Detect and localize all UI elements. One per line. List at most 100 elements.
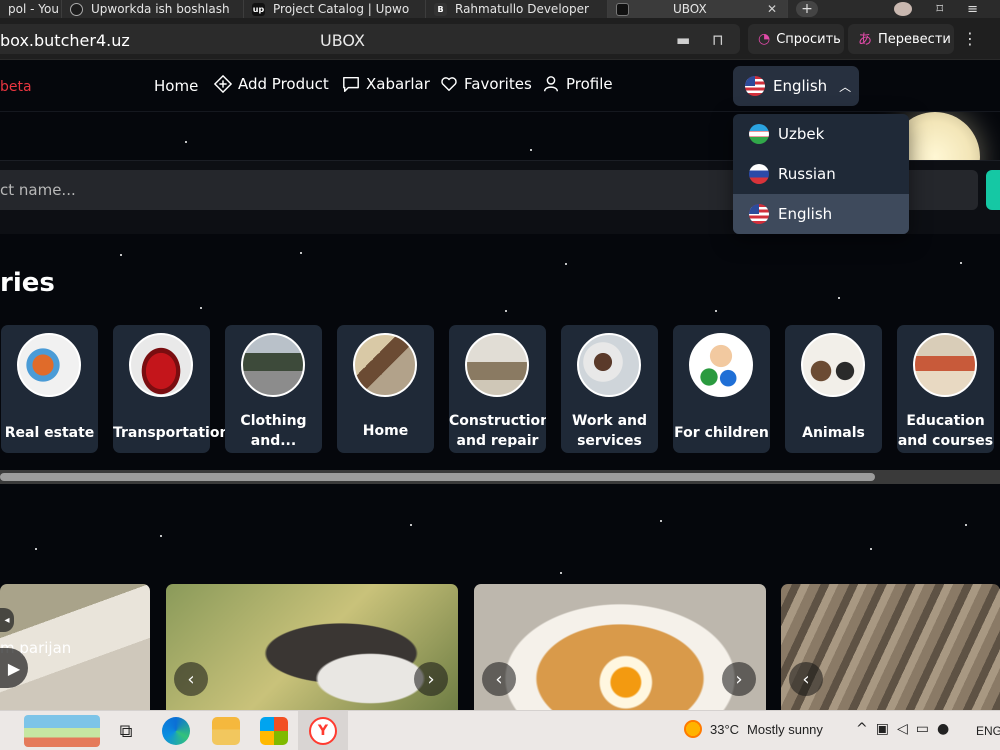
language-selected-label: English [773, 77, 828, 95]
widgets-icon[interactable] [24, 715, 100, 747]
category-card-work[interactable]: Work and services [561, 325, 658, 453]
browser-tab-active[interactable]: UBOX ✕ [608, 0, 788, 18]
nav-add-product-label: Add Product [238, 75, 329, 93]
yandex-browser-icon[interactable]: Y [309, 717, 337, 745]
uz-flag-icon [749, 124, 769, 144]
url-field[interactable]: box.butcher4.uz UBOX ▬ ⊓ [0, 24, 740, 54]
language-option-label: Uzbek [778, 125, 825, 143]
heart-icon [441, 77, 457, 92]
category-card-education[interactable]: Education and courses [897, 325, 994, 453]
nav-favorites-label: Favorites [464, 75, 532, 93]
store-icon[interactable] [260, 717, 288, 745]
edge-icon[interactable] [162, 717, 190, 745]
nav-favorites[interactable]: Favorites [440, 75, 532, 93]
category-image [577, 333, 641, 397]
close-icon[interactable]: ✕ [767, 2, 777, 16]
new-tab-button[interactable]: + [796, 1, 818, 17]
carousel-prev-button[interactable]: ‹ [482, 662, 516, 696]
category-label: For children [674, 425, 769, 441]
category-card-real-estate[interactable]: Real estate [1, 325, 98, 453]
nav-home[interactable]: Home [154, 77, 198, 95]
translate-icon: あ [858, 32, 872, 48]
category-image [17, 333, 81, 397]
carousel-prev-button[interactable]: ‹ [174, 662, 208, 696]
category-card-children[interactable]: For children [673, 325, 770, 453]
chat-icon[interactable]: ▬ [676, 31, 690, 49]
nav-add-product[interactable]: Add Product [214, 75, 329, 93]
chevron-up-icon: ︿ [839, 79, 852, 94]
scrollbar-thumb[interactable] [0, 473, 875, 481]
product-card-dog[interactable]: ‹ › [166, 584, 458, 710]
carousel-prev-button[interactable]: ‹ [789, 662, 823, 696]
us-flag-icon [745, 76, 765, 96]
categories-scrollbar[interactable] [0, 470, 1000, 484]
ai-assistant-icon: ◔ [758, 31, 771, 47]
bookmark-icon[interactable]: ⊓ [712, 31, 724, 49]
url-text: box.butcher4.uz [0, 31, 130, 50]
windows-taskbar: ⧉ Y 33°C Mostly sunny ^ ▣ ◁ ▭ ● ENG [0, 710, 1000, 750]
search-button[interactable] [986, 170, 1000, 210]
browser-tab[interactable]: B Rahmatullo Developer [426, 0, 608, 18]
weather-condition: Mostly sunny [747, 721, 823, 737]
network-icon[interactable]: ▭ [916, 721, 929, 737]
category-label: Real estate [4, 425, 95, 441]
browser-tab-strip: pol - You T Upworkda ish boshlash up Pro… [0, 0, 1000, 18]
category-card-animals[interactable]: Animals [785, 325, 882, 453]
weather-temperature: 33°C [710, 721, 740, 737]
carousel-next-button[interactable]: › [414, 662, 448, 696]
browser-tab[interactable]: pol - You T [0, 0, 62, 18]
category-card-construction[interactable]: Construction and repair [449, 325, 546, 453]
categories-row: Real estate Transportation Clothing and.… [0, 325, 1000, 453]
category-image [801, 333, 865, 397]
bookmark-icon[interactable]: ⌑ [936, 2, 943, 17]
categories-heading: ries [0, 268, 55, 298]
language-option-label: Russian [778, 165, 836, 183]
task-view-icon[interactable]: ⧉ [112, 717, 140, 745]
category-label: Home [362, 423, 409, 439]
category-label: Education and courses [897, 413, 994, 447]
user-icon [543, 76, 559, 92]
nav-messages-label: Xabarlar [366, 75, 430, 93]
language-dropdown: Uzbek Russian English [733, 114, 909, 234]
category-image [241, 333, 305, 397]
language-option-label: English [778, 205, 833, 223]
product-card-food[interactable]: ‹ › [474, 584, 766, 710]
profile-avatar[interactable] [894, 2, 913, 16]
browser-tab[interactable]: Upworkda ish boshlash [62, 0, 244, 18]
nav-profile-label: Profile [566, 75, 613, 93]
language-option-english[interactable]: English [733, 194, 909, 234]
camera-icon[interactable]: ▣ [876, 721, 889, 737]
tab-title: Rahmatullo Developer [455, 2, 589, 16]
ask-button[interactable]: ◔ Спросить [748, 24, 844, 54]
weather-widget[interactable]: 33°C Mostly sunny [684, 720, 823, 738]
site-favicon-icon: B [434, 2, 447, 16]
category-label: Work and services [571, 413, 648, 447]
file-explorer-icon[interactable] [212, 717, 240, 745]
translate-button[interactable]: あ Перевести [848, 24, 954, 54]
language-selector[interactable]: English ︿ [733, 66, 859, 106]
product-card-video[interactable]: m parijan [0, 584, 150, 710]
category-image [913, 333, 977, 397]
microphone-icon[interactable]: ● [937, 721, 949, 737]
more-options-icon[interactable]: ⋮ [962, 29, 978, 48]
menu-icon[interactable]: ≡ [967, 2, 978, 17]
category-card-home[interactable]: Home [337, 325, 434, 453]
sun-icon [684, 720, 702, 738]
product-card-cat[interactable]: ‹ [781, 584, 1000, 710]
nav-messages[interactable]: Xabarlar [342, 75, 430, 93]
chevron-up-icon[interactable]: ^ [856, 721, 868, 737]
browser-tab[interactable]: up Project Catalog | Upwo [244, 0, 426, 18]
nav-profile[interactable]: Profile [542, 75, 613, 93]
category-label: Animals [802, 425, 865, 441]
category-label: Clothing and... [240, 413, 307, 447]
category-image [689, 333, 753, 397]
input-language[interactable]: ENG [976, 724, 1000, 738]
category-card-transportation[interactable]: Transportation [113, 325, 229, 453]
tab-title: Upworkda ish boshlash [91, 2, 230, 16]
language-option-russian[interactable]: Russian [733, 154, 909, 194]
category-card-clothing[interactable]: Clothing and... [225, 325, 322, 453]
ru-flag-icon [749, 164, 769, 184]
language-option-uzbek[interactable]: Uzbek [733, 114, 909, 154]
speaker-icon[interactable]: ◁ [897, 721, 908, 737]
carousel-next-button[interactable]: › [722, 662, 756, 696]
